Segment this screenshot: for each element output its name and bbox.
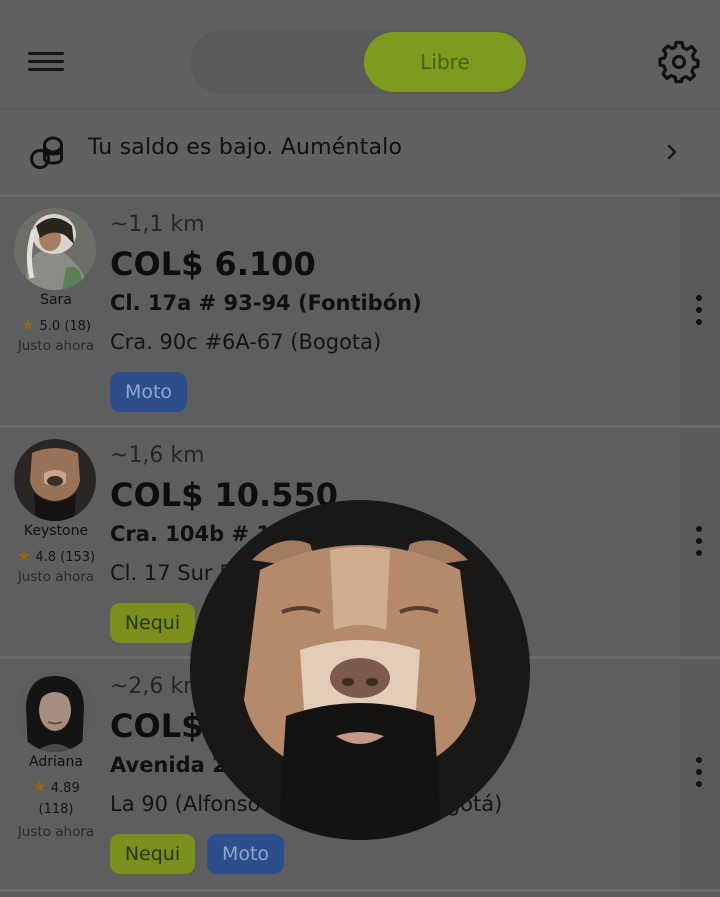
- passenger-rating: ★ 4.89: [0, 777, 112, 796]
- low-balance-message: Tu saldo es bajo. Auméntalo: [88, 135, 403, 160]
- passenger-rating: ★ 4.8 (153): [0, 546, 112, 565]
- divider: [0, 889, 720, 892]
- profile-photo-overlay: [190, 500, 530, 840]
- tag-moto: Moto: [110, 372, 187, 412]
- coins-icon: [30, 136, 63, 169]
- rating-value: 4.8: [35, 550, 57, 565]
- pickup-address: Cl. 17a # 93-94 (Fontibón): [110, 291, 422, 315]
- tag-moto: Moto: [207, 834, 284, 874]
- star-icon: ★: [16, 546, 32, 565]
- price: COL$ 6.100: [110, 245, 316, 283]
- tag-nequi: Nequi: [110, 834, 195, 874]
- mode-free-option[interactable]: Libre: [364, 32, 526, 92]
- passenger-name: Keystone: [23, 523, 89, 539]
- mode-busy-option[interactable]: [190, 30, 360, 94]
- more-vertical-icon[interactable]: [693, 293, 705, 329]
- passenger-name: Sara: [40, 292, 72, 308]
- price: COL$: [110, 707, 204, 745]
- avatar: [14, 670, 96, 752]
- passenger-name: Adriana: [29, 754, 83, 770]
- rating-count: (118): [38, 802, 74, 817]
- rating-value: 4.89: [50, 781, 80, 796]
- avatar: [14, 439, 96, 521]
- rating-count: (18): [64, 319, 91, 334]
- more-vertical-icon[interactable]: [693, 524, 705, 560]
- request-time: Justo ahora: [17, 824, 95, 840]
- pickup-address: Avenida 2: [110, 753, 227, 777]
- tag-nequi: Nequi: [110, 603, 195, 643]
- distance: ~1,6 km: [110, 443, 205, 468]
- more-vertical-icon[interactable]: [693, 755, 705, 791]
- request-time: Justo ahora: [17, 569, 95, 585]
- dropoff-address: Cra. 90c #6A-67 (Bogota): [110, 330, 382, 354]
- dropoff-address: La 90 (Alfonso: [110, 792, 261, 816]
- rating-count: (153): [60, 550, 96, 565]
- request-time: Justo ahora: [17, 338, 95, 354]
- passenger-rating: ★ 5.0 (18): [0, 315, 112, 334]
- star-icon: ★: [32, 777, 47, 796]
- distance: ~1,1 km: [110, 212, 205, 237]
- gear-icon[interactable]: [657, 40, 701, 84]
- avatar: [14, 208, 96, 290]
- chevron-right-icon[interactable]: [664, 140, 680, 164]
- star-icon: ★: [21, 315, 36, 334]
- mode-toggle[interactable]: Libre: [190, 30, 528, 94]
- rating-value: 5.0: [39, 319, 61, 334]
- hamburger-menu-icon[interactable]: [28, 48, 66, 76]
